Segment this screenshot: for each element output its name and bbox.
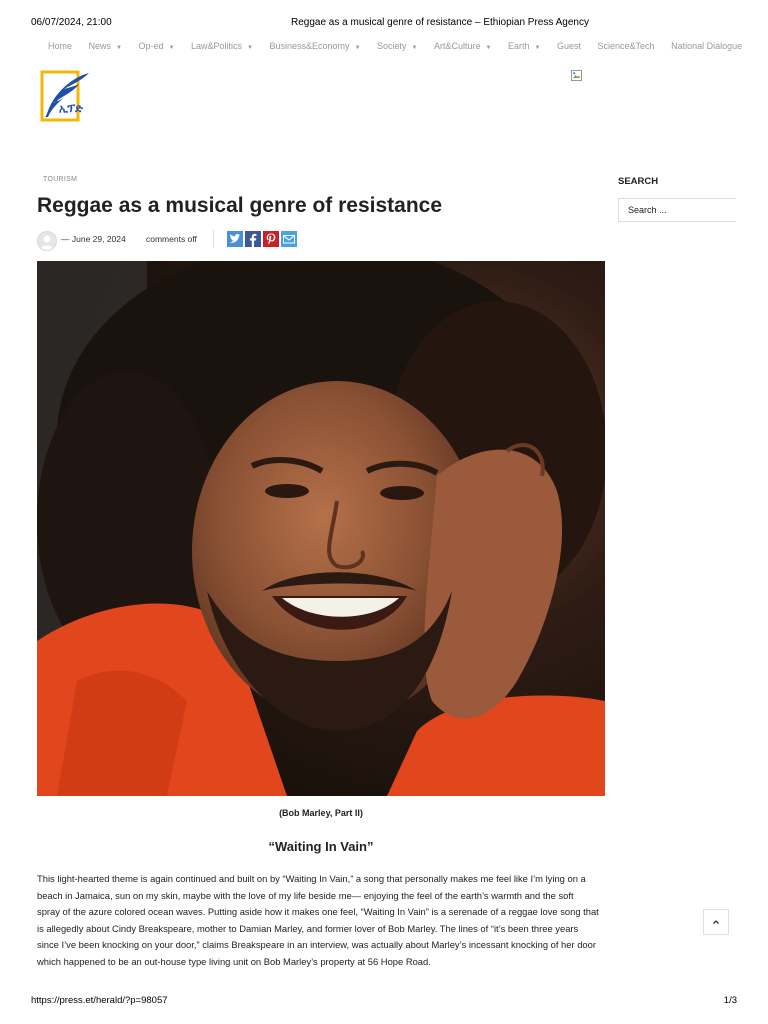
svg-text:ኢፕድ: ኢፕድ bbox=[59, 102, 83, 115]
page-number: 1/3 bbox=[723, 995, 737, 1006]
nav-item-home[interactable]: Home bbox=[48, 41, 72, 51]
email-icon[interactable] bbox=[281, 231, 297, 247]
article-subheading: “Waiting In Vain” bbox=[268, 839, 374, 854]
nav-item-society[interactable]: Society ▼ bbox=[377, 41, 417, 51]
chevron-down-icon: ▼ bbox=[168, 45, 175, 51]
nav-item-earth[interactable]: Earth ▼ bbox=[508, 41, 540, 51]
search-placeholder: Search ... bbox=[628, 205, 667, 215]
nav-item-news[interactable]: News ▼ bbox=[89, 41, 122, 51]
nav-item-national-dialogue[interactable]: National Dialogue bbox=[671, 41, 742, 51]
nav-item-law-politics[interactable]: Law&Politics ▼ bbox=[191, 41, 253, 51]
print-datetime: 06/07/2024, 21:00 bbox=[31, 17, 112, 28]
back-to-top-button[interactable] bbox=[703, 909, 729, 935]
print-header: 06/07/2024, 21:00 Reggae as a musical ge… bbox=[31, 17, 737, 31]
article-title: Reggae as a musical genre of resistance bbox=[37, 194, 443, 217]
chevron-down-icon: ▼ bbox=[411, 45, 418, 51]
publish-date: — June 29, 2024 bbox=[61, 234, 126, 244]
print-page-title: Reggae as a musical genre of resistance … bbox=[291, 17, 589, 28]
article-category[interactable]: TOURISM bbox=[43, 176, 77, 183]
search-input[interactable]: Search ... bbox=[618, 198, 736, 222]
broken-image-icon bbox=[571, 68, 582, 81]
chevron-down-icon: ▼ bbox=[116, 45, 122, 51]
comments-link[interactable]: comments off bbox=[146, 234, 197, 244]
chevron-down-icon: ▼ bbox=[485, 45, 492, 51]
page-url: https://press.et/herald/?p=98057 bbox=[31, 995, 168, 1006]
nav-item-science-tech[interactable]: Science&Tech bbox=[598, 41, 655, 51]
author-avatar[interactable] bbox=[37, 231, 57, 251]
sidebar-search-title: SEARCH bbox=[618, 176, 659, 187]
nav-item-op-ed[interactable]: Op-ed ▼ bbox=[139, 41, 175, 51]
chevron-up-icon bbox=[713, 920, 719, 924]
pinterest-icon[interactable] bbox=[263, 231, 279, 247]
feather-logo-icon: ኢፕድ bbox=[40, 70, 89, 122]
article-paragraph: This light-hearted theme is again contin… bbox=[37, 873, 599, 967]
facebook-icon[interactable] bbox=[245, 231, 261, 247]
chevron-down-icon: ▼ bbox=[534, 45, 541, 51]
nav-item-art-culture[interactable]: Art&Culture ▼ bbox=[434, 41, 491, 51]
chevron-down-icon: ▼ bbox=[354, 45, 361, 51]
featured-image bbox=[37, 261, 605, 796]
meta-divider bbox=[213, 230, 214, 248]
chevron-down-icon: ▼ bbox=[247, 45, 253, 51]
site-logo[interactable]: ኢፕድ bbox=[37, 70, 91, 122]
nav-item-business-economy[interactable]: Business&Economy ▼ bbox=[270, 41, 361, 51]
twitter-icon[interactable] bbox=[227, 231, 243, 247]
main-nav: Home News ▼ Op-ed ▼ Law&Politics ▼ Business… bbox=[48, 41, 742, 51]
user-icon bbox=[40, 235, 54, 250]
nav-item-guest[interactable]: Guest bbox=[557, 41, 581, 51]
image-caption: (Bob Marley, Part II) bbox=[279, 808, 363, 818]
